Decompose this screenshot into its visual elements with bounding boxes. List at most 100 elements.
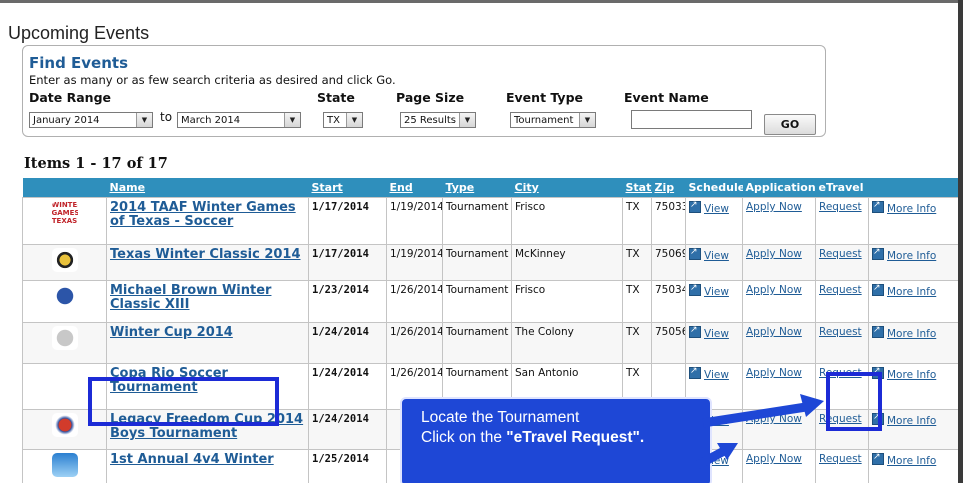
schedule-view-link[interactable]: View (704, 369, 729, 381)
event-logo-image (51, 453, 78, 477)
schedule-view-link[interactable]: View (704, 203, 729, 215)
table-row: Texas Winter Classic 2014 1/17/2014 1/19/2… (22, 244, 958, 281)
event-logo-cell: WINTER GAMES TEXAS (22, 197, 107, 245)
event-name-link[interactable]: Winter Cup 2014 (110, 326, 305, 340)
chevron-down-icon: ▼ (346, 113, 362, 127)
page-title: Upcoming Events (8, 23, 150, 43)
table-row: WINTER GAMES TEXAS 2014 TAAF Winter Games… (22, 197, 958, 245)
event-name-cell: Michael Brown Winter Classic XIII (106, 280, 309, 323)
more-info-link[interactable]: More Info (887, 250, 936, 262)
page: Upcoming Events Find Events Enter as man… (0, 0, 958, 483)
apply-now-link[interactable]: Apply Now (746, 201, 802, 213)
event-logo-image (51, 367, 78, 391)
external-link-icon (872, 282, 884, 296)
apply-now-link[interactable]: Apply Now (746, 453, 802, 465)
etravel-request-link[interactable]: Request (819, 201, 862, 213)
more-info-link[interactable]: More Info (887, 328, 936, 340)
go-button[interactable]: GO (764, 114, 816, 135)
request-highlight-box (826, 372, 882, 431)
date-from-select[interactable]: January 2014 ▼ (29, 112, 153, 128)
etravel-cell: Request (815, 449, 869, 483)
apply-now-link[interactable]: Apply Now (746, 326, 802, 338)
event-type-select[interactable]: Tournament ▼ (510, 112, 596, 128)
external-link-icon (689, 199, 701, 213)
event-type: Tournament (442, 197, 512, 245)
event-state: TX (622, 197, 652, 245)
event-start: 1/25/2014 (308, 449, 387, 483)
header-zip[interactable]: Zip (651, 178, 686, 198)
header-start[interactable]: Start (308, 178, 387, 198)
find-events-title: Find Events (29, 54, 129, 72)
header-logo (22, 178, 107, 198)
application-cell: Apply Now (742, 363, 816, 410)
event-city: Frisco (511, 197, 623, 245)
header-end[interactable]: End (386, 178, 443, 198)
more-info-link[interactable]: More Info (887, 369, 936, 381)
etravel-cell: Request (815, 197, 869, 245)
more-info-link[interactable]: More Info (887, 455, 936, 467)
find-events-panel: Find Events Enter as many or as few sear… (22, 45, 826, 137)
chevron-down-icon: ▼ (579, 113, 595, 127)
event-logo-image (51, 284, 78, 308)
state-select[interactable]: TX ▼ (323, 112, 363, 128)
event-highlight-box (88, 377, 279, 426)
event-type: Tournament (442, 322, 512, 364)
header-schedule: Schedule (685, 178, 743, 198)
application-cell: Apply Now (742, 322, 816, 364)
etravel-request-link[interactable]: Request (819, 453, 862, 465)
etravel-request-link[interactable]: Request (819, 284, 862, 296)
more-info-link[interactable]: More Info (887, 415, 936, 427)
event-start: 1/24/2014 (308, 409, 387, 450)
event-end: 1/26/2014 (386, 280, 443, 323)
more-info-cell: More Info (868, 322, 958, 364)
event-logo-cell (22, 244, 107, 281)
header-city[interactable]: City (511, 178, 623, 198)
state-label: State (317, 90, 355, 105)
event-logo-image (51, 326, 78, 350)
event-state: TX (622, 244, 652, 281)
etravel-request-link[interactable]: Request (819, 326, 862, 338)
page-size-select[interactable]: 25 Results ▼ (400, 112, 476, 128)
date-from-value: January 2014 (33, 115, 100, 126)
date-to-select[interactable]: March 2014 ▼ (177, 112, 301, 128)
apply-now-link[interactable]: Apply Now (746, 413, 802, 425)
apply-now-link[interactable]: Apply Now (746, 367, 802, 379)
apply-now-link[interactable]: Apply Now (746, 284, 802, 296)
event-zip: 75056 (651, 322, 686, 364)
more-info-link[interactable]: More Info (887, 203, 936, 215)
callout-line-2-bold: "eTravel Request". (506, 429, 645, 446)
more-info-cell: More Info (868, 197, 958, 245)
callout-line-2: Click on the "eTravel Request". (421, 428, 710, 448)
date-to-value: March 2014 (181, 115, 241, 126)
external-link-icon (872, 451, 884, 465)
event-name-link[interactable]: 2014 TAAF Winter Games of Texas - Soccer (110, 201, 305, 229)
apply-now-link[interactable]: Apply Now (746, 248, 802, 260)
schedule-view-link[interactable]: View (704, 250, 729, 262)
schedule-view-link[interactable]: View (704, 328, 729, 340)
more-info-link[interactable]: More Info (887, 286, 936, 298)
application-cell: Apply Now (742, 409, 816, 450)
event-logo-cell (22, 322, 107, 364)
header-type[interactable]: Type (442, 178, 512, 198)
table-row: Michael Brown Winter Classic XIII 1/23/20… (22, 280, 958, 323)
event-name-link[interactable]: 1st Annual 4v4 Winter (110, 453, 305, 467)
more-info-cell: More Info (868, 280, 958, 323)
header-name[interactable]: Name (106, 178, 309, 198)
header-state[interactable]: State (622, 178, 652, 198)
schedule-view-link[interactable]: View (704, 286, 729, 298)
event-start: 1/17/2014 (308, 197, 387, 245)
event-name-link[interactable]: Michael Brown Winter Classic XIII (110, 284, 305, 312)
event-name-cell: Texas Winter Classic 2014 (106, 244, 309, 281)
callout-line-1: Locate the Tournament (421, 409, 580, 426)
schedule-cell: View (685, 244, 743, 281)
event-name-input[interactable] (631, 110, 752, 129)
event-logo-cell (22, 449, 107, 483)
etravel-cell: Request (815, 322, 869, 364)
event-name-link[interactable]: Texas Winter Classic 2014 (110, 248, 305, 262)
external-link-icon (872, 246, 884, 260)
external-link-icon (689, 365, 701, 379)
event-city: McKinney (511, 244, 623, 281)
to-label: to (160, 110, 173, 124)
etravel-request-link[interactable]: Request (819, 248, 862, 260)
event-state: TX (622, 280, 652, 323)
